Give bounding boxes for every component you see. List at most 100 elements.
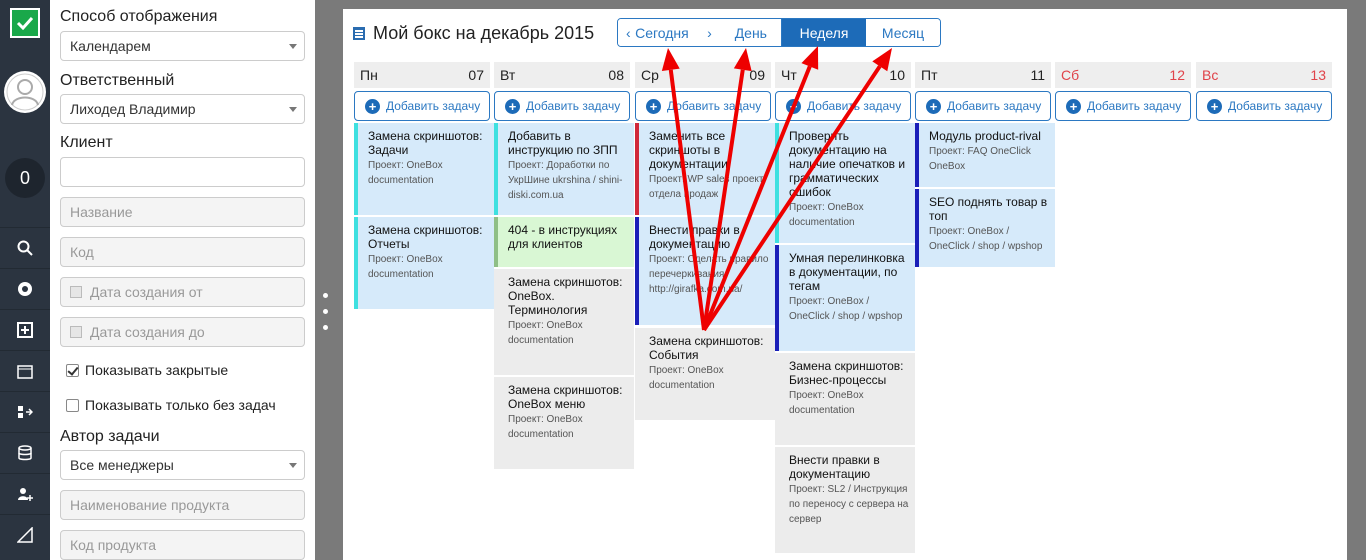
calendar-icon[interactable] — [0, 350, 50, 390]
responsible-label: Ответственный — [60, 72, 175, 89]
task-card[interactable]: Внести правки в документацию Проект: Сдел… — [635, 217, 775, 325]
day-header: Вс 13 — [1196, 62, 1332, 88]
add-task-button[interactable]: + Добавить задачу — [494, 91, 630, 121]
ruler-icon[interactable] — [0, 514, 50, 554]
add-task-button[interactable]: + Добавить задачу — [775, 91, 911, 121]
notification-count[interactable]: 0 — [5, 158, 45, 198]
task-card[interactable]: Модуль product-rival Проект: FAQ OneClick… — [915, 123, 1055, 187]
splitter-dot — [323, 293, 328, 298]
add-icon[interactable] — [0, 309, 50, 349]
task-card[interactable]: SEO поднять товар в топ Проект: OneBox / … — [915, 189, 1055, 267]
task-title: Модуль product-rival — [929, 129, 1041, 143]
display-mode-select[interactable]: Календарем — [60, 31, 305, 61]
responsible-select[interactable]: Лиходед Владимир — [60, 94, 305, 124]
support-icon[interactable] — [0, 268, 50, 308]
task-project: Проект: OneBox documentation — [789, 390, 864, 416]
day-date: 09 — [749, 67, 765, 83]
task-card[interactable]: Замена скриншотов: Задачи Проект: OneBox … — [354, 123, 494, 215]
day-header: Вт 08 — [494, 62, 630, 88]
task-card[interactable]: Заменить все скриншоты в документации Про… — [635, 123, 775, 215]
add-task-button[interactable]: + Добавить задачу — [1196, 91, 1332, 121]
day-header: Пн 07 — [354, 62, 490, 88]
task-title: Внести правки в документацию — [789, 453, 880, 481]
task-card[interactable]: Проверить документацию на наличие опечат… — [775, 123, 915, 243]
database-icon[interactable] — [0, 432, 50, 472]
task-title: Замена скриншотов: OneBox. Терминология — [508, 275, 623, 317]
add-task-button[interactable]: + Добавить задачу — [635, 91, 771, 121]
day-header: Пт 11 — [915, 62, 1051, 88]
name-placeholder: Название — [70, 204, 133, 220]
day-header: Сб 12 — [1055, 62, 1191, 88]
task-title: Добавить в инструкцию по ЗПП — [508, 129, 618, 157]
code-placeholder: Код — [70, 244, 94, 260]
task-card[interactable]: Внести правки в документацию Проект: SL2 … — [775, 447, 915, 553]
product-code-input[interactable]: Код продукта — [60, 530, 305, 560]
plus-circle-icon: + — [505, 98, 520, 114]
add-task-button[interactable]: + Добавить задачу — [1055, 91, 1191, 121]
avatar[interactable] — [4, 71, 46, 113]
task-card[interactable]: Замена скриншотов: События Проект: OneBox… — [635, 328, 775, 420]
week-view-button[interactable]: Неделя — [782, 19, 866, 46]
add-task-button[interactable]: + Добавить задачу — [915, 91, 1051, 121]
task-card[interactable]: Замена скриншотов: Бизнес-процессы Проект… — [775, 353, 915, 445]
splitter-dot — [323, 309, 328, 314]
product-name-input[interactable]: Наименование продукта — [60, 490, 305, 520]
show-closed-checkbox[interactable]: Показывать закрытые — [66, 362, 228, 378]
task-card[interactable]: Замена скриншотов: Отчеты Проект: OneBox … — [354, 217, 494, 309]
calendar-title-text: Мой бокс на декабрь 2015 — [373, 23, 595, 43]
calendar-panel: Мой бокс на декабрь 2015 ‹ Сегодня › Ден… — [343, 9, 1347, 560]
plus-circle-icon: + — [365, 98, 380, 114]
display-mode-value: Календарем — [70, 38, 151, 54]
splitter-dot — [323, 325, 328, 330]
task-project: Проект: OneBox documentation — [508, 414, 583, 440]
task-title: 404 - в инструкциях для клиентов — [508, 223, 618, 251]
task-card[interactable]: Замена скриншотов: OneBox меню Проект: On… — [494, 377, 634, 469]
task-project: Проект: OneBox documentation — [368, 254, 443, 280]
created-to-input[interactable]: Дата создания до — [60, 317, 305, 347]
display-mode-label: Способ отображения — [60, 8, 218, 25]
add-user-icon[interactable] — [0, 473, 50, 513]
search-icon[interactable] — [0, 227, 50, 267]
created-from-input[interactable]: Дата создания от — [60, 277, 305, 307]
name-input[interactable]: Название — [60, 197, 305, 227]
prev-week-button[interactable]: ‹ — [626, 25, 631, 41]
day-date: 07 — [468, 67, 484, 83]
panel-splitter[interactable] — [315, 0, 335, 560]
day-name: Вт — [500, 67, 516, 83]
add-task-label: Добавить задачу — [1228, 99, 1323, 113]
task-title: Проверить документацию на наличие опечат… — [789, 129, 906, 199]
task-card[interactable]: Умная перелинковка в документации, по те… — [775, 245, 915, 351]
product-name-placeholder: Наименование продукта — [70, 497, 230, 513]
task-project: Проект: FAQ OneClick OneBox — [929, 146, 1031, 172]
task-project: Проект: SL2 / Инструкция по переносу с с… — [789, 484, 909, 525]
day-name: Ср — [641, 67, 659, 83]
month-view-button[interactable]: Месяц — [866, 19, 940, 46]
transfer-icon[interactable] — [0, 391, 50, 431]
task-project: Проект: OneBox documentation — [649, 365, 724, 391]
task-project: Проект: WP sales проект отдела продаж — [649, 174, 764, 200]
task-title: Замена скриншотов: Задачи — [368, 129, 483, 157]
task-title: SEO поднять товар в топ — [929, 195, 1048, 223]
client-label: Клиент — [60, 134, 113, 151]
day-date: 12 — [1169, 67, 1185, 83]
task-card[interactable]: Замена скриншотов: OneBox. Терминология П… — [494, 269, 634, 375]
responsible-value: Лиходед Владимир — [70, 101, 196, 117]
today-button[interactable]: Сегодня — [635, 25, 689, 41]
add-task-button[interactable]: + Добавить задачу — [354, 91, 490, 121]
task-card[interactable]: 404 - в инструкциях для клиентов — [494, 217, 634, 267]
logo[interactable] — [0, 0, 50, 46]
day-view-button[interactable]: День — [735, 25, 767, 41]
add-task-label: Добавить задачу — [1087, 99, 1182, 113]
next-week-button[interactable]: › — [707, 25, 712, 41]
author-select[interactable]: Все менеджеры — [60, 450, 305, 480]
code-input[interactable]: Код — [60, 237, 305, 267]
task-card[interactable]: Добавить в инструкцию по ЗПП Проект: Дора… — [494, 123, 634, 215]
checkbox-checked-icon[interactable] — [66, 363, 79, 377]
show-without-tasks-checkbox[interactable]: Показывать только без задач — [66, 397, 276, 413]
task-project: Проект: OneBox / OneClick / shop / wpsho… — [929, 226, 1043, 252]
client-input[interactable] — [60, 157, 305, 187]
checkbox-empty-icon[interactable] — [66, 398, 79, 412]
product-code-placeholder: Код продукта — [70, 537, 157, 553]
task-project: Проект: OneBox / OneClick / shop / wpsho… — [789, 296, 903, 322]
day-date: 10 — [889, 67, 905, 83]
